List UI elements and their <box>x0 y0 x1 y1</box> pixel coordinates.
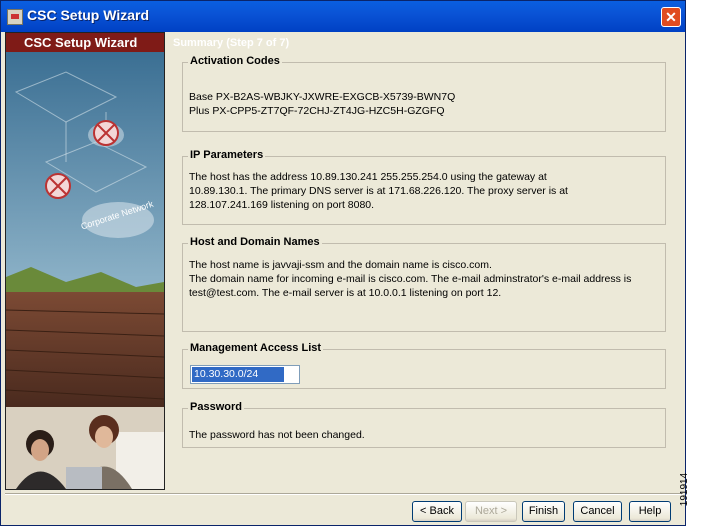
title-bar[interactable]: CSC Setup Wizard ✕ <box>1 1 685 32</box>
help-button[interactable]: Help <box>629 501 671 522</box>
close-button[interactable]: ✕ <box>661 7 681 27</box>
app-icon <box>7 9 23 25</box>
host-domain-line: The host name is javvaji-ssm and the dom… <box>189 259 492 271</box>
password-group: Password The password has not been chang… <box>182 401 666 448</box>
ip-parameters-group: IP Parameters The host has the address 1… <box>182 149 666 225</box>
wizard-window: CSC Setup Wizard ✕ CSC Setup Wizard Corp… <box>0 0 686 526</box>
window-title: CSC Setup Wizard <box>27 7 149 23</box>
cancel-button[interactable]: Cancel <box>573 501 622 522</box>
management-access-title: Management Access List <box>188 342 324 354</box>
host-domain-line: The domain name for incoming e-mail is c… <box>189 273 632 285</box>
management-access-field[interactable]: 10.30.30.0/24 <box>190 365 300 384</box>
management-access-value: 10.30.30.0/24 <box>192 367 284 382</box>
ip-parameters-line: The host has the address 10.89.130.241 2… <box>189 171 547 183</box>
activation-code-plus: Plus PX-CPP5-ZT7QF-72CHJ-ZT4JG-HZC5H-GZG… <box>189 105 445 117</box>
sidebar-illustration: Corporate Network <box>6 52 164 489</box>
step-banner: Summary (Step 7 of 7) <box>165 32 685 54</box>
next-button[interactable]: Next > <box>465 501 517 522</box>
ip-parameters-line: 128.107.241.169 listening on port 8080. <box>189 199 375 211</box>
host-domain-group: Host and Domain Names The host name is j… <box>182 236 666 332</box>
password-status: The password has not been changed. <box>189 429 365 441</box>
back-button[interactable]: < Back <box>412 501 462 522</box>
figure-number: 191914 <box>679 460 703 520</box>
ip-parameters-line: 10.89.130.1. The primary DNS server is a… <box>189 185 568 197</box>
step-title: Summary (Step 7 of 7) <box>173 37 290 49</box>
password-title: Password <box>188 401 244 413</box>
sidebar-header: CSC Setup Wizard <box>6 33 164 52</box>
activation-codes-title: Activation Codes <box>188 55 282 67</box>
figure-number-text: 191914 <box>679 472 691 507</box>
close-icon: ✕ <box>665 9 677 25</box>
host-domain-line: test@test.com. The e-mail server is at 1… <box>189 287 502 299</box>
ip-parameters-title: IP Parameters <box>188 149 266 161</box>
management-access-group: Management Access List 10.30.30.0/24 <box>182 342 666 389</box>
footer-divider <box>5 493 683 495</box>
activation-codes-group: Activation Codes Base PX-B2AS-WBJKY-JXWR… <box>182 55 666 132</box>
finish-button[interactable]: Finish <box>522 501 565 522</box>
activation-code-base: Base PX-B2AS-WBJKY-JXWRE-EXGCB-X5739-BWN… <box>189 91 456 103</box>
sidebar-panel: CSC Setup Wizard Corporate Network <box>5 32 165 490</box>
host-domain-title: Host and Domain Names <box>188 236 322 248</box>
